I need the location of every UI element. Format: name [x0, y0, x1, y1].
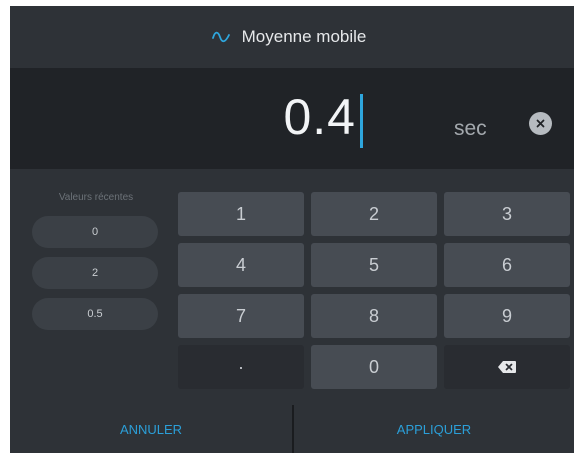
clear-icon[interactable]	[529, 112, 552, 135]
clear-x-icon	[536, 119, 545, 128]
apply-button[interactable]: APPLIQUER	[294, 405, 574, 453]
key-1[interactable]: 1	[178, 192, 304, 236]
value-display[interactable]: 0.4 sec	[10, 68, 574, 169]
key-3[interactable]: 3	[444, 192, 570, 236]
recent-values-title: Valeurs récentes	[58, 192, 134, 203]
key-4[interactable]: 4	[178, 243, 304, 287]
backspace-icon	[498, 361, 516, 373]
recent-value-button[interactable]: 0	[32, 216, 158, 248]
dialog-footer: ANNULER APPLIQUER	[10, 405, 574, 453]
dialog-header: Moyenne mobile	[10, 6, 574, 68]
sine-wave-icon	[211, 31, 230, 43]
recent-value-button[interactable]: 0.5	[32, 298, 158, 330]
moving-average-dialog: Moyenne mobile 0.4 sec Valeurs récentes …	[10, 6, 574, 453]
key-6[interactable]: 6	[444, 243, 570, 287]
text-caret	[360, 94, 363, 148]
key-8[interactable]: 8	[311, 294, 437, 338]
key-2[interactable]: 2	[311, 192, 437, 236]
recent-value-button[interactable]: 2	[32, 257, 158, 289]
key-0[interactable]: 0	[311, 345, 437, 389]
key-decimal[interactable]: ·	[178, 345, 304, 389]
backspace-key[interactable]	[444, 345, 570, 389]
unit-label: sec	[454, 117, 487, 140]
key-5[interactable]: 5	[311, 243, 437, 287]
cancel-button[interactable]: ANNULER	[10, 405, 292, 453]
dialog-title: Moyenne mobile	[241, 27, 367, 46]
value-text: 0.4	[283, 89, 356, 145]
key-9[interactable]: 9	[444, 294, 570, 338]
key-7[interactable]: 7	[178, 294, 304, 338]
